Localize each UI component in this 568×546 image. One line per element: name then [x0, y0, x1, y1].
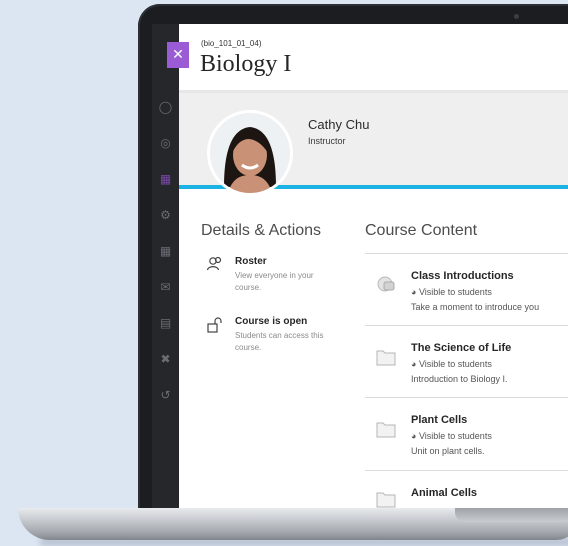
roster-link[interactable]: Roster [235, 256, 267, 267]
details-heading: Details & Actions [201, 222, 322, 239]
globe-icon[interactable]: ◎ [158, 136, 173, 151]
tools-icon[interactable]: ✖ [158, 352, 173, 367]
course-open-description: Students can access this course. [235, 331, 324, 352]
divider [365, 253, 568, 254]
roster-description: View everyone in your course. [235, 271, 314, 292]
content-item-description: Unit on plant cells. [411, 446, 485, 456]
grades-icon[interactable]: ▦ [158, 244, 173, 259]
page-title: Biology I [200, 51, 292, 77]
content-item-description: Take a moment to introduce you [411, 302, 540, 312]
visibility-label: Visible to students [418, 431, 492, 441]
laptop-notch [455, 508, 568, 522]
calendar-icon[interactable]: ▦ [158, 172, 173, 187]
laptop-shadow [40, 538, 568, 546]
instructor-name[interactable]: Cathy Chu [308, 117, 369, 132]
content-item-title[interactable]: Class Introductions [411, 270, 514, 282]
content-heading: Course Content [365, 222, 478, 239]
course-header: (bio_101_01_04) Biology I [179, 24, 568, 93]
folder-icon [376, 350, 396, 366]
course-open-link[interactable]: Course is open [235, 316, 307, 327]
close-button[interactable]: ✕ [167, 42, 189, 68]
content-item-title[interactable]: Animal Cells [411, 487, 477, 499]
gear-icon[interactable]: ⚙ [158, 208, 173, 223]
content-item-title[interactable]: The Science of Life [411, 342, 511, 354]
avatar-photo [210, 113, 290, 193]
course-panel: (bio_101_01_04) Biology I Cathy Chu Inst… [179, 24, 568, 508]
logout-icon[interactable]: ↺ [158, 388, 173, 403]
visibility-status: ◕ Visible to students [411, 359, 492, 369]
folder-icon [376, 422, 396, 438]
instructor-role: Instructor [308, 136, 346, 146]
discussion-icon [377, 276, 395, 292]
screen: ◯ ◎ ▦ ⚙ ▦ ✉ ▤ ✖ ↺ ✕ (bio_101_01_04) Biol… [152, 24, 568, 508]
content-item-description: Introduction to Biology I. [411, 374, 508, 384]
visibility-label: Visible to students [418, 287, 492, 297]
content-item-title[interactable]: Plant Cells [411, 414, 467, 426]
visibility-status: ◕ Visible to students [411, 431, 492, 441]
mail-icon[interactable]: ✉ [158, 280, 173, 295]
avatar[interactable] [207, 110, 293, 196]
close-icon: ✕ [172, 46, 184, 62]
document-icon[interactable]: ▤ [158, 316, 173, 331]
roster-icon [206, 256, 222, 271]
divider [365, 397, 568, 398]
camera [514, 14, 519, 19]
divider [365, 325, 568, 326]
folder-icon [376, 492, 396, 508]
divider [365, 470, 568, 471]
visibility-status: ◕ Visible to students [411, 287, 492, 297]
user-icon[interactable]: ◯ [158, 100, 173, 115]
unlock-icon [207, 317, 222, 333]
sidebar: ◯ ◎ ▦ ⚙ ▦ ✉ ▤ ✖ ↺ [152, 24, 179, 508]
visibility-label: Visible to students [418, 359, 492, 369]
course-id: (bio_101_01_04) [201, 39, 262, 48]
